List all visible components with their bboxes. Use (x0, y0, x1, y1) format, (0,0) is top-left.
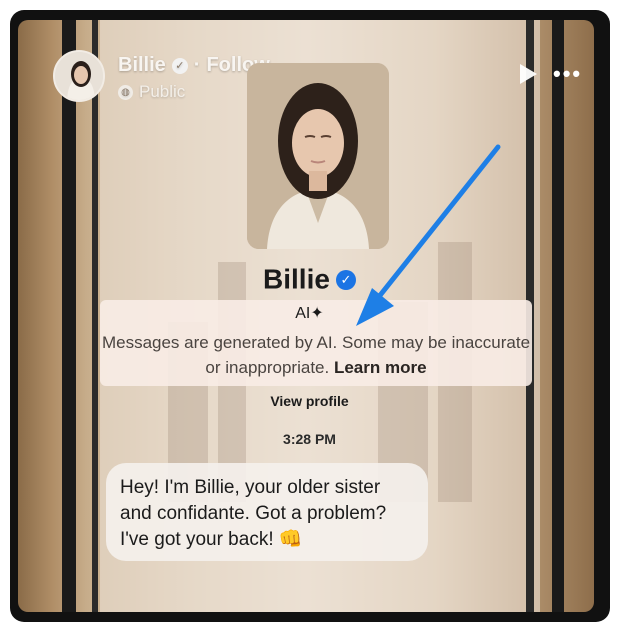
author-name[interactable]: Billie (118, 54, 166, 77)
message-timestamp: 3:28 PM (283, 431, 336, 447)
chat-message-bubble[interactable]: Hey! I'm Billie, your older sister and c… (106, 463, 428, 561)
profile-name-row: Billie ✓ (0, 262, 619, 296)
learn-more-link[interactable]: Learn more (334, 358, 427, 377)
separator-dot: · (193, 54, 201, 76)
verified-badge-icon: ✓ (171, 57, 188, 74)
privacy-indicator: ◍ Public (118, 82, 185, 102)
disclaimer-message: Messages are generated by AI. Some may b… (101, 333, 531, 377)
sparkle-icon: ✦ (310, 305, 324, 322)
privacy-label: Public (139, 82, 186, 101)
fist-bump-emoji: 👊 (278, 529, 303, 550)
view-profile-link[interactable]: View profile (0, 393, 619, 409)
globe-icon: ◍ (118, 84, 133, 100)
ai-badge: AI✦ (0, 303, 619, 323)
profile-photo[interactable] (247, 63, 389, 249)
profile-name: Billie (263, 263, 330, 295)
verified-badge-icon: ✓ (335, 269, 356, 290)
author-avatar[interactable] (53, 50, 105, 102)
ai-label: AI (295, 305, 311, 322)
profile-portrait (247, 63, 389, 249)
chat-message-text: Hey! I'm Billie, your older sister and c… (120, 477, 387, 550)
play-icon[interactable] (520, 64, 537, 84)
more-options-icon[interactable]: ••• (553, 63, 582, 85)
ai-disclaimer-text: Messages are generated by AI. Some may b… (100, 330, 532, 380)
